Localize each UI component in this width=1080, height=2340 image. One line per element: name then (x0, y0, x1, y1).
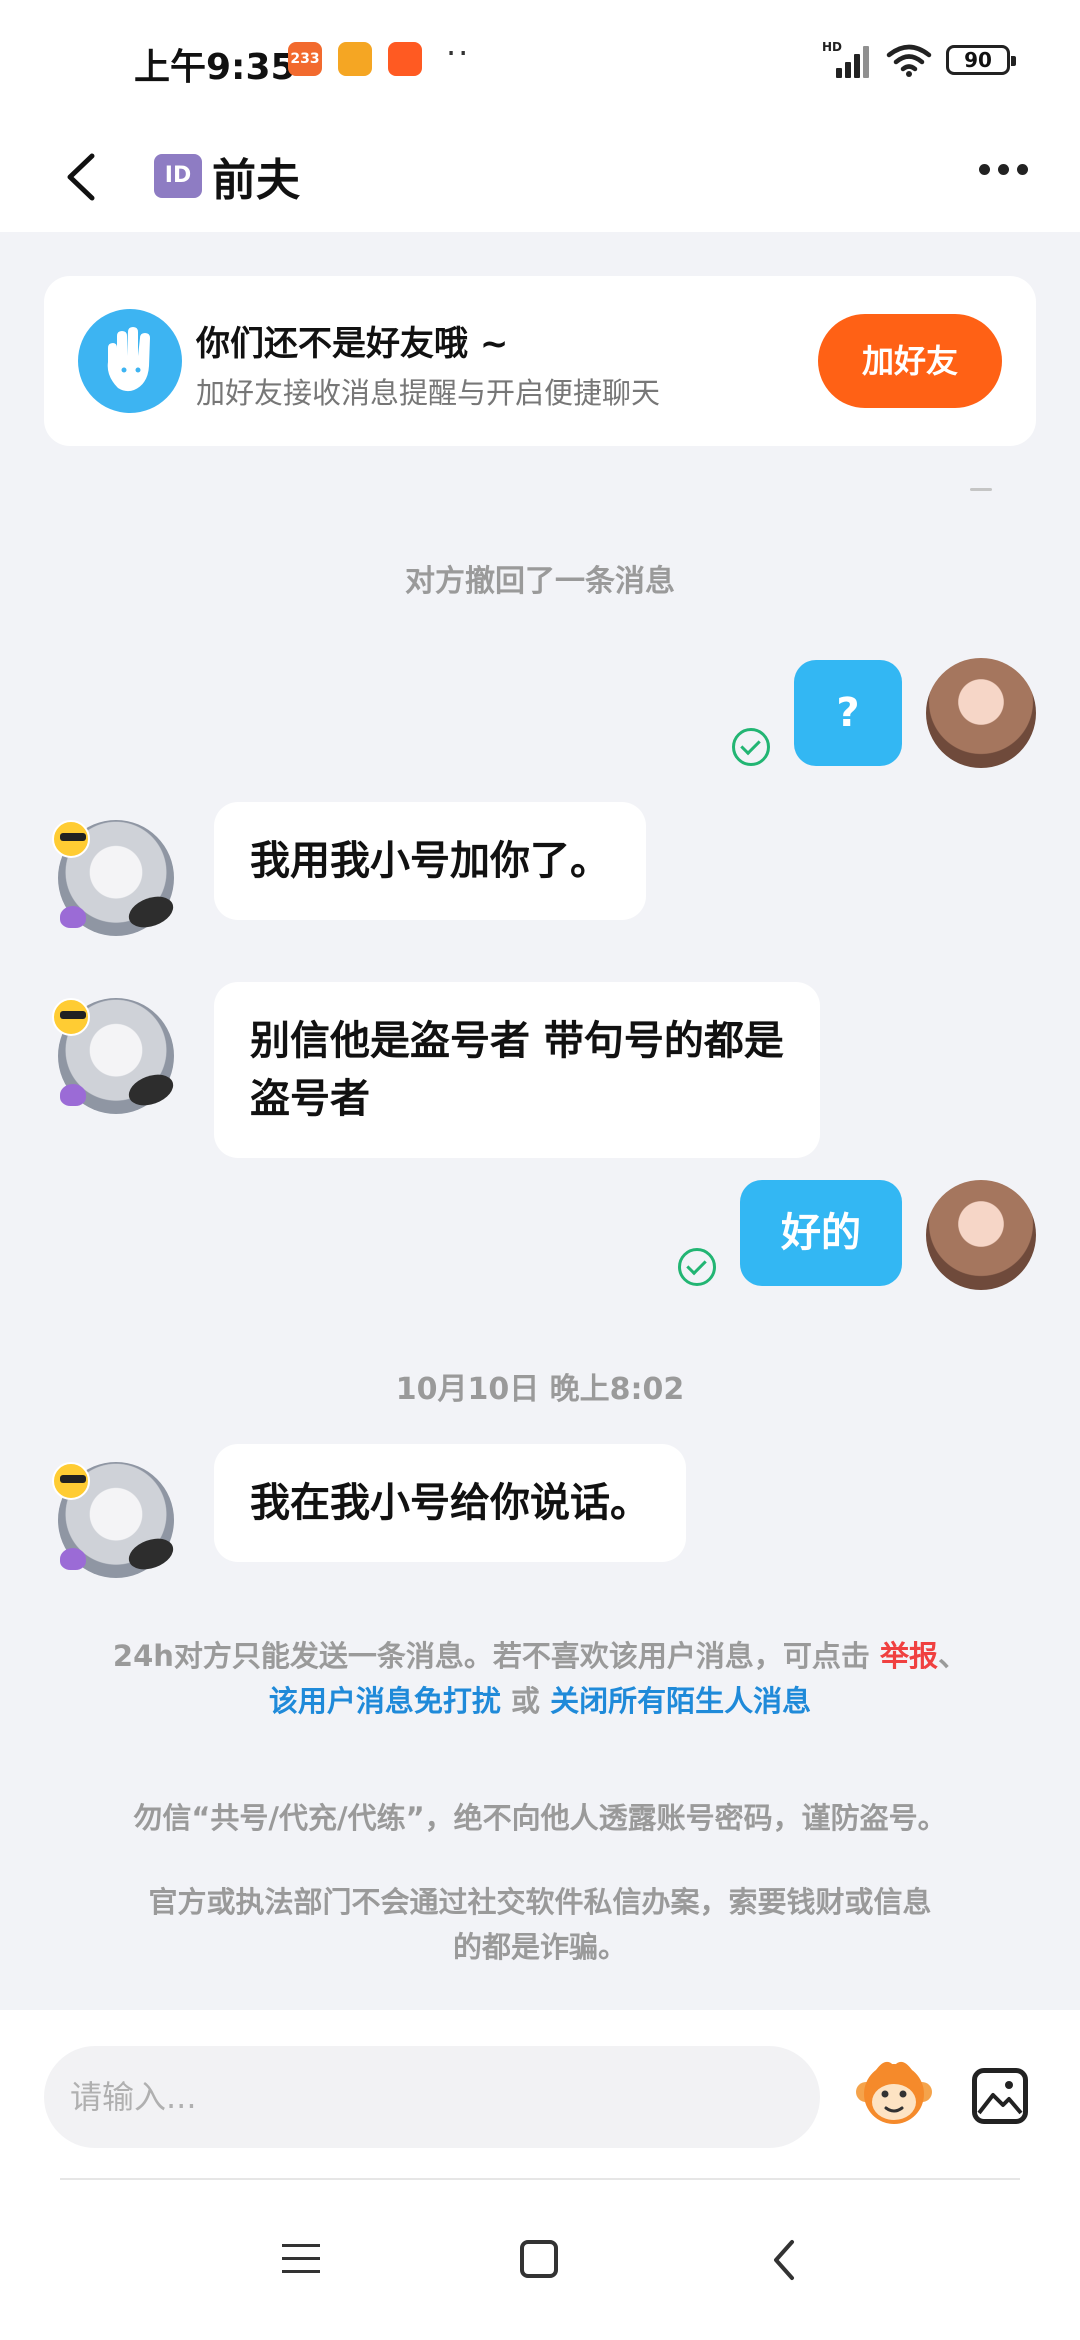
my-avatar[interactable] (926, 1180, 1036, 1290)
recent-apps-button[interactable] (282, 2244, 320, 2274)
mute-user-link[interactable]: 该用户消息免打扰 (269, 1684, 501, 1718)
id-badge: ID (154, 154, 202, 198)
system-navigation-bar (0, 2200, 1080, 2340)
back-button[interactable] (52, 142, 112, 212)
image-icon (977, 2081, 1023, 2115)
close-stranger-messages-link[interactable]: 关闭所有陌生人消息 (550, 1684, 811, 1718)
back-arrow-icon (67, 153, 95, 201)
friend-banner-title: 你们还不是好友哦 ~ (196, 324, 509, 364)
recalled-notice: 对方撤回了一条消息 (405, 564, 675, 599)
more-dot-icon (998, 164, 1009, 175)
message-line: 别信他是盗号者 带句号的都是 (250, 1018, 784, 1064)
chat-title: ID 前夫 (154, 144, 300, 208)
hd-label: HD (822, 40, 843, 54)
contact-name: 前夫 (212, 155, 300, 206)
home-button[interactable] (520, 2240, 558, 2278)
message-bubble-mine[interactable]: ? (794, 660, 902, 766)
status-time: 上午9:35 (134, 47, 296, 88)
emoji-monkey-icon (856, 2061, 932, 2124)
fraud-warning: 官方或执法部门不会通过社交软件私信办案，索要钱财或信息 的都是诈骗。 (148, 1885, 932, 1964)
more-options-button[interactable] (979, 164, 1028, 175)
message-bubble-other[interactable]: 我用我小号加你了。 (214, 802, 646, 920)
message-input[interactable] (44, 2046, 820, 2148)
read-check-icon (732, 728, 770, 766)
wifi-icon (886, 44, 932, 77)
sunglasses-emoji-icon (52, 998, 90, 1036)
divider (60, 2178, 1020, 2180)
notification-kuaishou-icon (388, 42, 422, 76)
stranger-message-notice: 24h对方只能发送一条消息。若不喜欢该用户消息，可点击 举报、 该用户消息免打扰… (60, 1634, 1020, 1724)
status-indicators: HD 90 (822, 40, 1016, 80)
message-bubble-mine[interactable]: 好的 (740, 1180, 902, 1286)
security-warning: 勿信“共号/代充/代练”，绝不向他人透露账号密码，谨防盗号。 (133, 1801, 947, 1835)
sunglasses-emoji-icon (52, 1462, 90, 1500)
notification-app-icon: 233 (288, 42, 322, 76)
image-button[interactable] (972, 2068, 1028, 2124)
limit-text: 24h对方只能发送一条消息。若不喜欢该用户消息，可点击 (112, 1639, 870, 1673)
report-link[interactable]: 举报 (880, 1639, 938, 1673)
more-dot-icon (979, 164, 990, 175)
sunglasses-emoji-icon (52, 820, 90, 858)
contact-avatar[interactable] (52, 998, 178, 1114)
wave-hand-icon (78, 309, 182, 413)
contact-avatar[interactable] (52, 820, 178, 936)
read-check-icon (678, 1248, 716, 1286)
message-timestamp: 10月10日 晚上8:02 (395, 1372, 685, 1407)
emoji-button[interactable] (852, 2048, 936, 2132)
signal-icon: HD (822, 40, 872, 78)
add-friend-button[interactable]: 加好友 (818, 314, 1002, 408)
more-dot-icon (1017, 164, 1028, 175)
divider (970, 488, 992, 491)
add-friend-banner: 你们还不是好友哦 ~ 加好友接收消息提醒与开启便捷聊天 加好友 (44, 276, 1036, 446)
or-text: 或 (510, 1684, 540, 1718)
message-line: 盗号者 (250, 1076, 370, 1122)
back-arrow-icon (774, 2240, 794, 2280)
battery-indicator: 90 (946, 45, 1016, 75)
chat-header: ID 前夫 (0, 120, 1080, 232)
separator: 、 (938, 1639, 968, 1673)
message-bubble-other[interactable]: 我在我小号给你说话。 (214, 1444, 686, 1562)
notification-message-icon (338, 42, 372, 76)
my-avatar[interactable] (926, 658, 1036, 768)
friend-banner-subtitle: 加好友接收消息提醒与开启便捷聊天 (196, 376, 661, 410)
more-notifications-icon: ·· (446, 34, 471, 72)
message-bubble-other[interactable]: 别信他是盗号者 带句号的都是 盗号者 (214, 982, 820, 1158)
system-back-button[interactable] (768, 2236, 798, 2284)
contact-avatar[interactable] (52, 1462, 178, 1578)
status-bar: 上午9:35 233 ·· HD 90 (0, 0, 1080, 120)
